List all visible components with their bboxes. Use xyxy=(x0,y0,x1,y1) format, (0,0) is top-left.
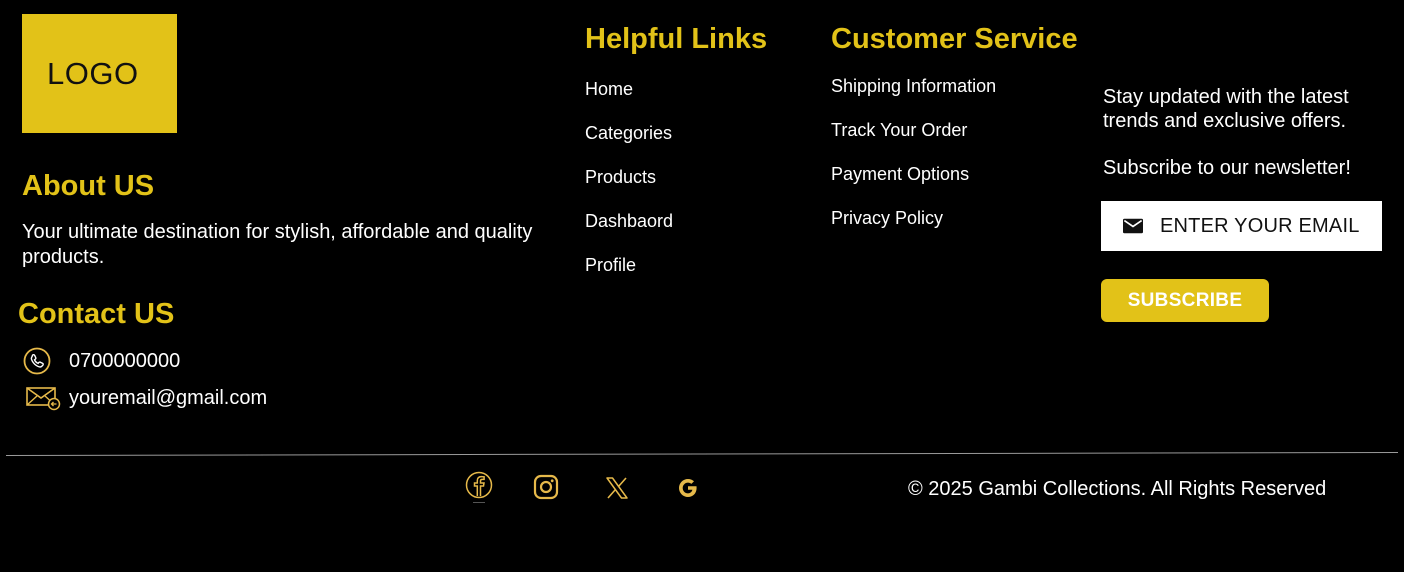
helpful-links-heading: Helpful Links xyxy=(585,23,768,55)
link-home[interactable]: Home xyxy=(585,78,673,122)
footer-divider xyxy=(6,452,1398,456)
contact-heading: Contact US xyxy=(18,298,175,330)
customer-service-list: Shipping Information Track Your Order Pa… xyxy=(831,75,996,251)
link-products[interactable]: Products xyxy=(585,166,673,210)
logo-text: LOGO xyxy=(47,55,139,91)
mail-icon xyxy=(26,387,61,411)
newsletter-text: Stay updated with the latest trends and … xyxy=(1103,86,1349,132)
phone-number: 0700000000 xyxy=(69,349,181,372)
envelope-icon xyxy=(1123,218,1143,234)
instagram-icon xyxy=(533,474,559,500)
email-address: youremail@gmail.com xyxy=(69,386,268,409)
about-heading: About US xyxy=(22,170,155,202)
contact-email[interactable]: youremail@gmail.com xyxy=(26,385,267,411)
link-track-order[interactable]: Track Your Order xyxy=(831,119,996,163)
facebook-icon xyxy=(465,471,493,503)
contact-phone[interactable]: 0700000000 xyxy=(22,346,180,376)
google-link[interactable] xyxy=(673,473,703,503)
newsletter-subtext: Subscribe to our newsletter! xyxy=(1103,157,1351,179)
copyright-text: © 2025 Gambi Collections. All Rights Res… xyxy=(908,478,1327,500)
subscribe-button[interactable]: SUBSCRIBE xyxy=(1101,279,1269,322)
x-link[interactable] xyxy=(602,473,632,503)
link-profile[interactable]: Profile xyxy=(585,254,673,298)
link-privacy-policy[interactable]: Privacy Policy xyxy=(831,207,996,251)
logo[interactable]: LOGO xyxy=(22,14,177,133)
x-icon xyxy=(606,477,628,499)
google-icon xyxy=(679,479,697,497)
link-categories[interactable]: Categories xyxy=(585,122,673,166)
facebook-link[interactable] xyxy=(464,471,494,503)
newsletter-email-box[interactable] xyxy=(1101,201,1382,251)
phone-icon xyxy=(23,347,51,375)
link-shipping-information[interactable]: Shipping Information xyxy=(831,75,996,119)
newsletter-email-input[interactable] xyxy=(1158,213,1382,239)
instagram-link[interactable] xyxy=(531,472,561,502)
about-text: Your ultimate destination for stylish, a… xyxy=(22,221,533,268)
customer-service-heading: Customer Service xyxy=(831,23,1078,55)
link-payment-options[interactable]: Payment Options xyxy=(831,163,996,207)
helpful-links-list: Home Categories Products Dashbaord Profi… xyxy=(585,78,673,298)
link-dashboard[interactable]: Dashbaord xyxy=(585,210,673,254)
